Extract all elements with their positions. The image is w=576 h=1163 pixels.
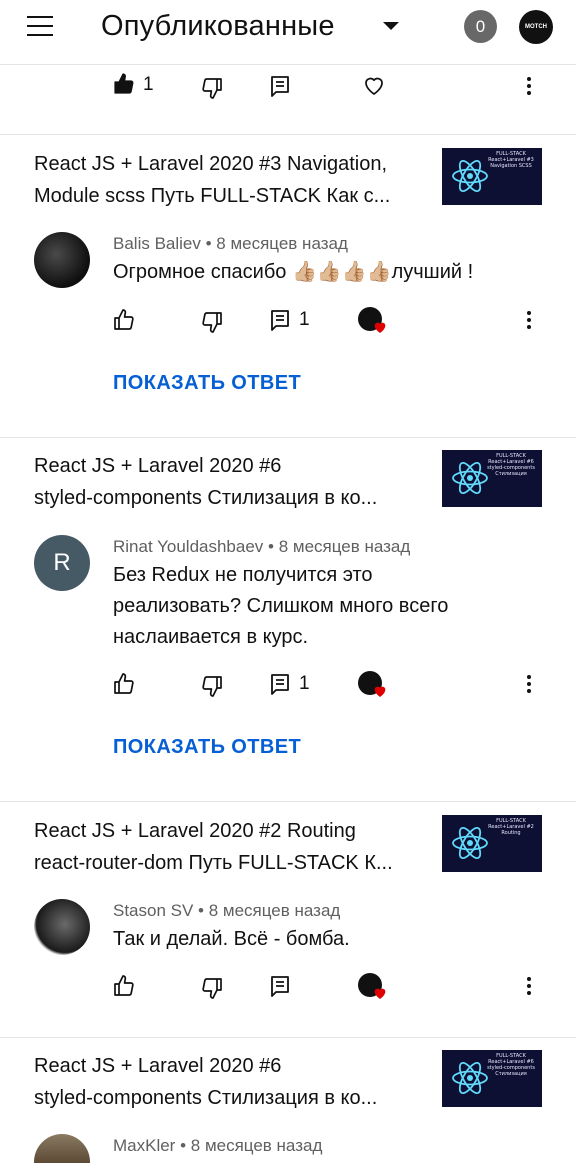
reply-icon[interactable] [268,308,292,332]
reply-icon[interactable] [268,974,292,998]
video-title[interactable]: React JS + Laravel 2020 #6 styled-compon… [34,1050,414,1114]
avatar[interactable] [34,1134,90,1163]
video-title-line: React JS + Laravel 2020 #6 [34,455,282,477]
video-title-line: Module scss Путь FULL-STACK Как с... [34,185,391,207]
dislike-icon[interactable] [200,674,224,698]
chevron-down-icon[interactable] [383,22,399,30]
comment-meta: Rinat Youldashbaev • 8 месяцев назад [113,537,411,556]
notification-count-badge[interactable]: 0 [464,10,497,43]
show-reply-button[interactable]: ПОКАЗАТЬ ОТВЕТ [113,372,301,395]
like-icon[interactable] [112,308,136,332]
avatar[interactable] [34,232,90,288]
comment-actions-row: 1 [0,66,576,106]
thumbnail-caption: FULL-STACK React+Laravel #3 Navigation S… [488,151,534,169]
video-thumbnail[interactable]: FULL-STACK React+Laravel #6 styled-compo… [442,450,542,507]
divider [0,437,576,438]
comment-time: 8 месяцев назад [190,1136,323,1155]
more-options-icon[interactable] [527,311,531,332]
reply-count: 1 [299,673,310,694]
author-name[interactable]: Balis Baliev [113,234,201,253]
comment-meta: Balis Baliev • 8 месяцев назад [113,234,348,253]
video-title[interactable]: React JS + Laravel 2020 #2 Routing react… [34,815,414,879]
thumbnail-caption: FULL-STACK React+Laravel #6 styled-compo… [487,453,535,477]
page-title[interactable]: Опубликованные [101,10,335,43]
creator-heart-badge [358,973,388,1001]
comment-text-line: наслаивается в курс. [113,626,309,648]
video-title-line: styled-components Стилизация в ко... [34,1087,378,1109]
like-filled-icon[interactable] [112,72,136,96]
comment-actions-row: 1 [0,664,576,704]
video-title[interactable]: React JS + Laravel 2020 #6 styled-compon… [34,450,414,514]
menu-icon[interactable] [27,16,53,38]
like-icon[interactable] [112,672,136,696]
more-options-icon[interactable] [527,977,531,998]
reply-icon[interactable] [268,74,292,98]
dislike-icon[interactable] [200,976,224,1000]
dislike-icon[interactable] [200,310,224,334]
video-thumbnail[interactable]: FULL-STACK React+Laravel #3 Navigation S… [442,148,542,205]
top-app-bar: Опубликованные 0 MOTCH [0,0,576,65]
heart-icon [372,683,388,699]
heart-icon [372,319,388,335]
comment-actions-row [0,966,576,1006]
divider [0,134,576,135]
avatar[interactable] [34,899,90,955]
show-reply-button[interactable]: ПОКАЗАТЬ ОТВЕТ [113,736,301,759]
comment-text: Без Redux не получится это реализовать? … [113,560,513,653]
comment-text: Огромное спасибо 👍🏼👍🏼👍🏼👍🏼лучший ! [113,261,474,283]
creator-heart-badge [358,671,388,699]
comment-text-line: Без Redux не получится это [113,564,373,586]
comment-time: 8 месяцев назад [216,234,348,253]
divider [0,1037,576,1038]
channel-avatar[interactable]: MOTCH [519,10,553,44]
comment-time: 8 месяцев назад [278,537,411,556]
comment-time: 8 месяцев назад [208,901,341,920]
like-count: 1 [143,74,154,95]
like-icon[interactable] [112,974,136,998]
comment-text-line: реализовать? Слишком много всего [113,595,449,617]
comment-actions-row: 1 [0,300,576,340]
author-name[interactable]: MaxKler [113,1136,175,1155]
video-title-line: React JS + Laravel 2020 #6 [34,1055,282,1077]
video-thumbnail[interactable]: FULL-STACK React+Laravel #2 Routing [442,815,542,872]
video-thumbnail[interactable]: FULL-STACK React+Laravel #6 styled-compo… [442,1050,542,1107]
more-options-icon[interactable] [527,675,531,696]
author-name[interactable]: Stason SV [113,901,193,920]
creator-heart-badge [358,307,388,335]
video-title[interactable]: React JS + Laravel 2020 #3 Navigation, M… [34,148,414,212]
thumbnail-caption: FULL-STACK React+Laravel #2 Routing [488,818,534,836]
comment-meta: MaxKler • 8 месяцев назад [113,1136,323,1155]
dislike-icon[interactable] [200,76,224,100]
comment-text: Так и делай. Всё - бомба. [113,928,350,950]
author-name[interactable]: Rinat Youldashbaev [113,537,263,556]
video-title-line: React JS + Laravel 2020 #2 Routing [34,820,356,842]
video-title-line: styled-components Стилизация в ко... [34,487,378,509]
heart-icon [372,985,388,1001]
divider [0,801,576,802]
video-title-line: react-router-dom Путь FULL-STACK К... [34,852,393,874]
reply-icon[interactable] [268,672,292,696]
thumbnail-caption: FULL-STACK React+Laravel #6 styled-compo… [487,1053,535,1077]
comment-meta: Stason SV • 8 месяцев назад [113,901,341,920]
reply-count: 1 [299,309,310,330]
video-title-line: React JS + Laravel 2020 #3 Navigation, [34,153,387,175]
avatar[interactable]: R [34,535,90,591]
heart-outline-icon[interactable] [362,73,386,97]
more-options-icon[interactable] [527,77,531,98]
